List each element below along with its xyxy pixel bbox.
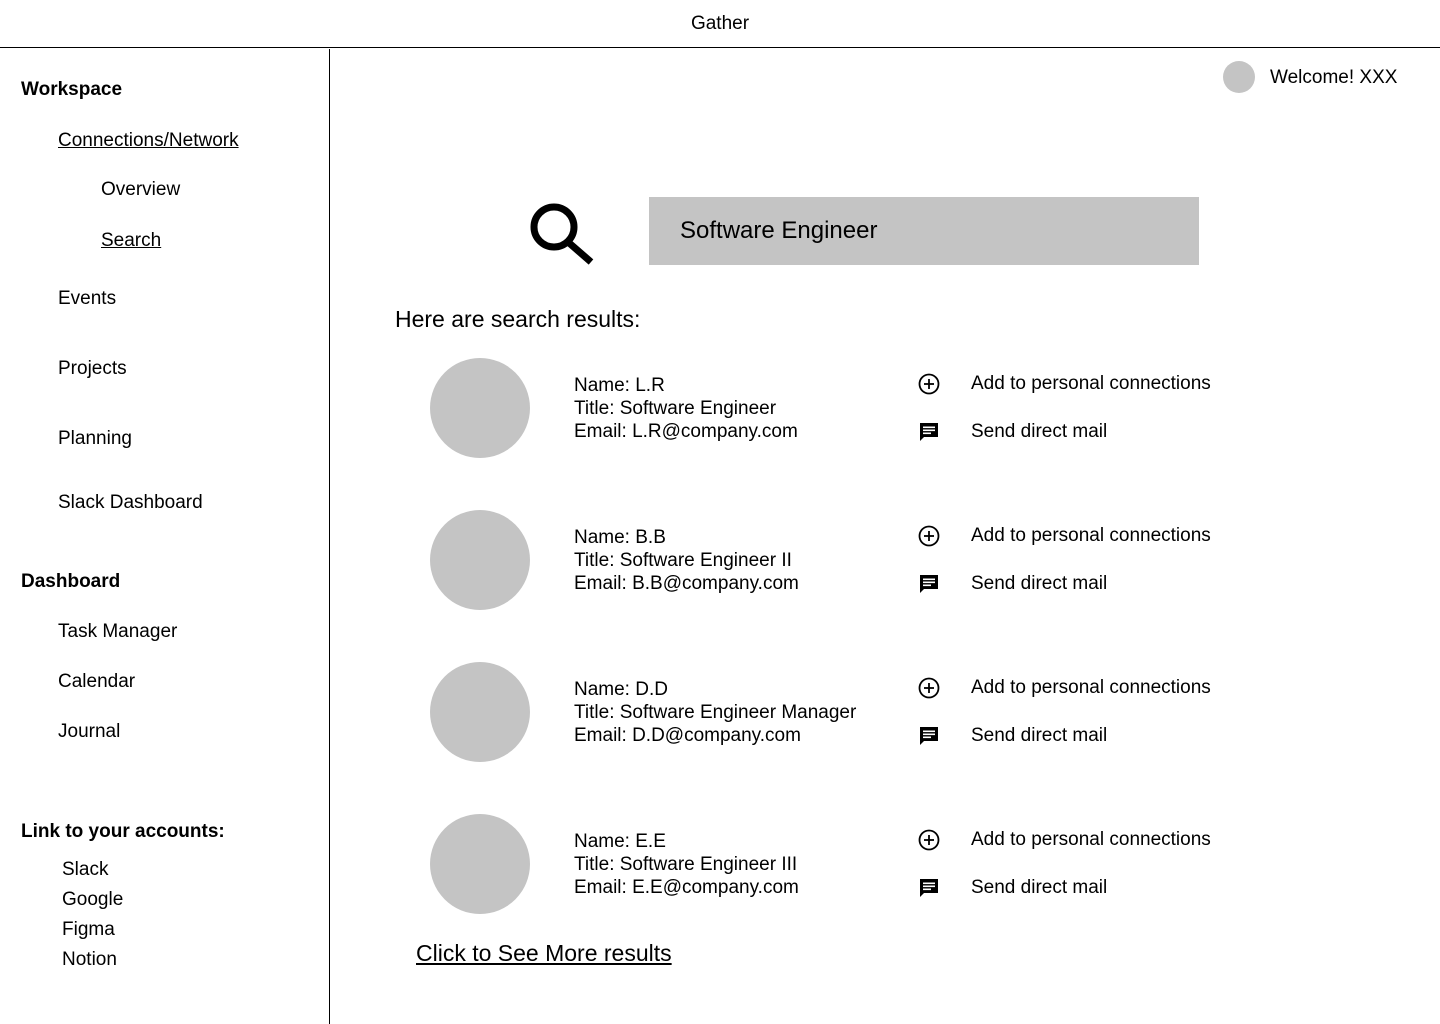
sidebar-item-connections[interactable]: Connections/Network [58, 130, 239, 152]
avatar [430, 662, 530, 762]
app-header: Gather [0, 0, 1440, 48]
result-email: Email: L.R@company.com [574, 421, 798, 442]
add-connection-label: Add to personal connections [971, 373, 1211, 394]
result-name: Name: L.R [574, 375, 665, 396]
see-more-results-link[interactable]: Click to See More results [416, 939, 672, 967]
send-mail-button[interactable]: Send direct mail [918, 877, 1107, 899]
sidebar-item-overview[interactable]: Overview [101, 179, 180, 201]
sidebar-item-calendar[interactable]: Calendar [58, 671, 135, 693]
sidebar-item-search[interactable]: Search [101, 230, 161, 252]
workspace-heading: Workspace [21, 79, 123, 100]
plus-circle-icon [918, 373, 940, 395]
send-mail-label: Send direct mail [971, 877, 1108, 898]
result-email: Email: E.E@company.com [574, 877, 799, 898]
result-name: Name: B.B [574, 527, 666, 548]
result-title: Title: Software Engineer Manager [574, 702, 857, 723]
result-info: Name: D.D Title: Software Engineer Manag… [574, 678, 856, 747]
account-link-slack[interactable]: Slack [62, 859, 108, 881]
send-mail-label: Send direct mail [971, 573, 1108, 594]
result-item: Name: B.B Title: Software Engineer II Em… [430, 510, 1410, 610]
account-link-google[interactable]: Google [62, 889, 123, 911]
avatar [430, 814, 530, 914]
plus-circle-icon [918, 829, 940, 851]
avatar [430, 510, 530, 610]
add-connection-button[interactable]: Add to personal connections [918, 525, 1211, 547]
send-mail-button[interactable]: Send direct mail [918, 725, 1107, 747]
result-info: Name: E.E Title: Software Engineer III E… [574, 830, 799, 899]
message-icon [918, 725, 940, 747]
account-link-notion[interactable]: Notion [62, 949, 117, 971]
message-icon [918, 573, 940, 595]
sidebar-item-journal[interactable]: Journal [58, 721, 120, 743]
result-item: Name: D.D Title: Software Engineer Manag… [430, 662, 1410, 762]
avatar [430, 358, 530, 458]
search-icon[interactable] [528, 201, 598, 267]
sidebar-item-planning[interactable]: Planning [58, 428, 132, 450]
message-icon [918, 877, 940, 899]
result-name: Name: D.D [574, 679, 668, 700]
add-connection-button[interactable]: Add to personal connections [918, 677, 1211, 699]
accounts-heading: Link to your accounts: [21, 821, 225, 842]
result-info: Name: B.B Title: Software Engineer II Em… [574, 526, 799, 595]
sidebar-item-events[interactable]: Events [58, 288, 116, 310]
plus-circle-icon [918, 677, 940, 699]
result-item: Name: L.R Title: Software Engineer Email… [430, 358, 1410, 458]
add-connection-button[interactable]: Add to personal connections [918, 829, 1211, 851]
add-connection-label: Add to personal connections [971, 677, 1211, 698]
add-connection-label: Add to personal connections [971, 525, 1211, 546]
app-title: Gather [690, 12, 750, 34]
sidebar-item-projects[interactable]: Projects [58, 358, 127, 380]
result-title: Title: Software Engineer III [574, 854, 798, 875]
welcome-text: Welcome! XXX [1270, 67, 1398, 88]
send-mail-label: Send direct mail [971, 421, 1108, 442]
add-connection-button[interactable]: Add to personal connections [918, 373, 1211, 395]
account-link-figma[interactable]: Figma [62, 919, 115, 941]
send-mail-button[interactable]: Send direct mail [918, 421, 1107, 443]
message-icon [918, 421, 940, 443]
result-title: Title: Software Engineer II [574, 550, 792, 571]
send-mail-label: Send direct mail [971, 725, 1108, 746]
sidebar-item-slack-dashboard[interactable]: Slack Dashboard [58, 492, 203, 514]
result-title: Title: Software Engineer [574, 398, 777, 419]
sidebar-item-task-manager[interactable]: Task Manager [58, 621, 177, 643]
plus-circle-icon [918, 525, 940, 547]
user-avatar[interactable] [1223, 61, 1255, 93]
result-name: Name: E.E [574, 831, 666, 852]
send-mail-button[interactable]: Send direct mail [918, 573, 1107, 595]
result-email: Email: D.D@company.com [574, 725, 801, 746]
result-info: Name: L.R Title: Software Engineer Email… [574, 374, 798, 443]
result-item: Name: E.E Title: Software Engineer III E… [430, 814, 1410, 914]
dashboard-heading: Dashboard [21, 571, 121, 592]
add-connection-label: Add to personal connections [971, 829, 1211, 850]
search-input[interactable] [649, 197, 1199, 265]
main-content: Welcome! XXX Here are search results: Na… [330, 49, 1440, 1024]
results-heading: Here are search results: [395, 306, 641, 332]
result-email: Email: B.B@company.com [574, 573, 799, 594]
sidebar: Workspace Connections/Network Overview S… [0, 49, 330, 1024]
